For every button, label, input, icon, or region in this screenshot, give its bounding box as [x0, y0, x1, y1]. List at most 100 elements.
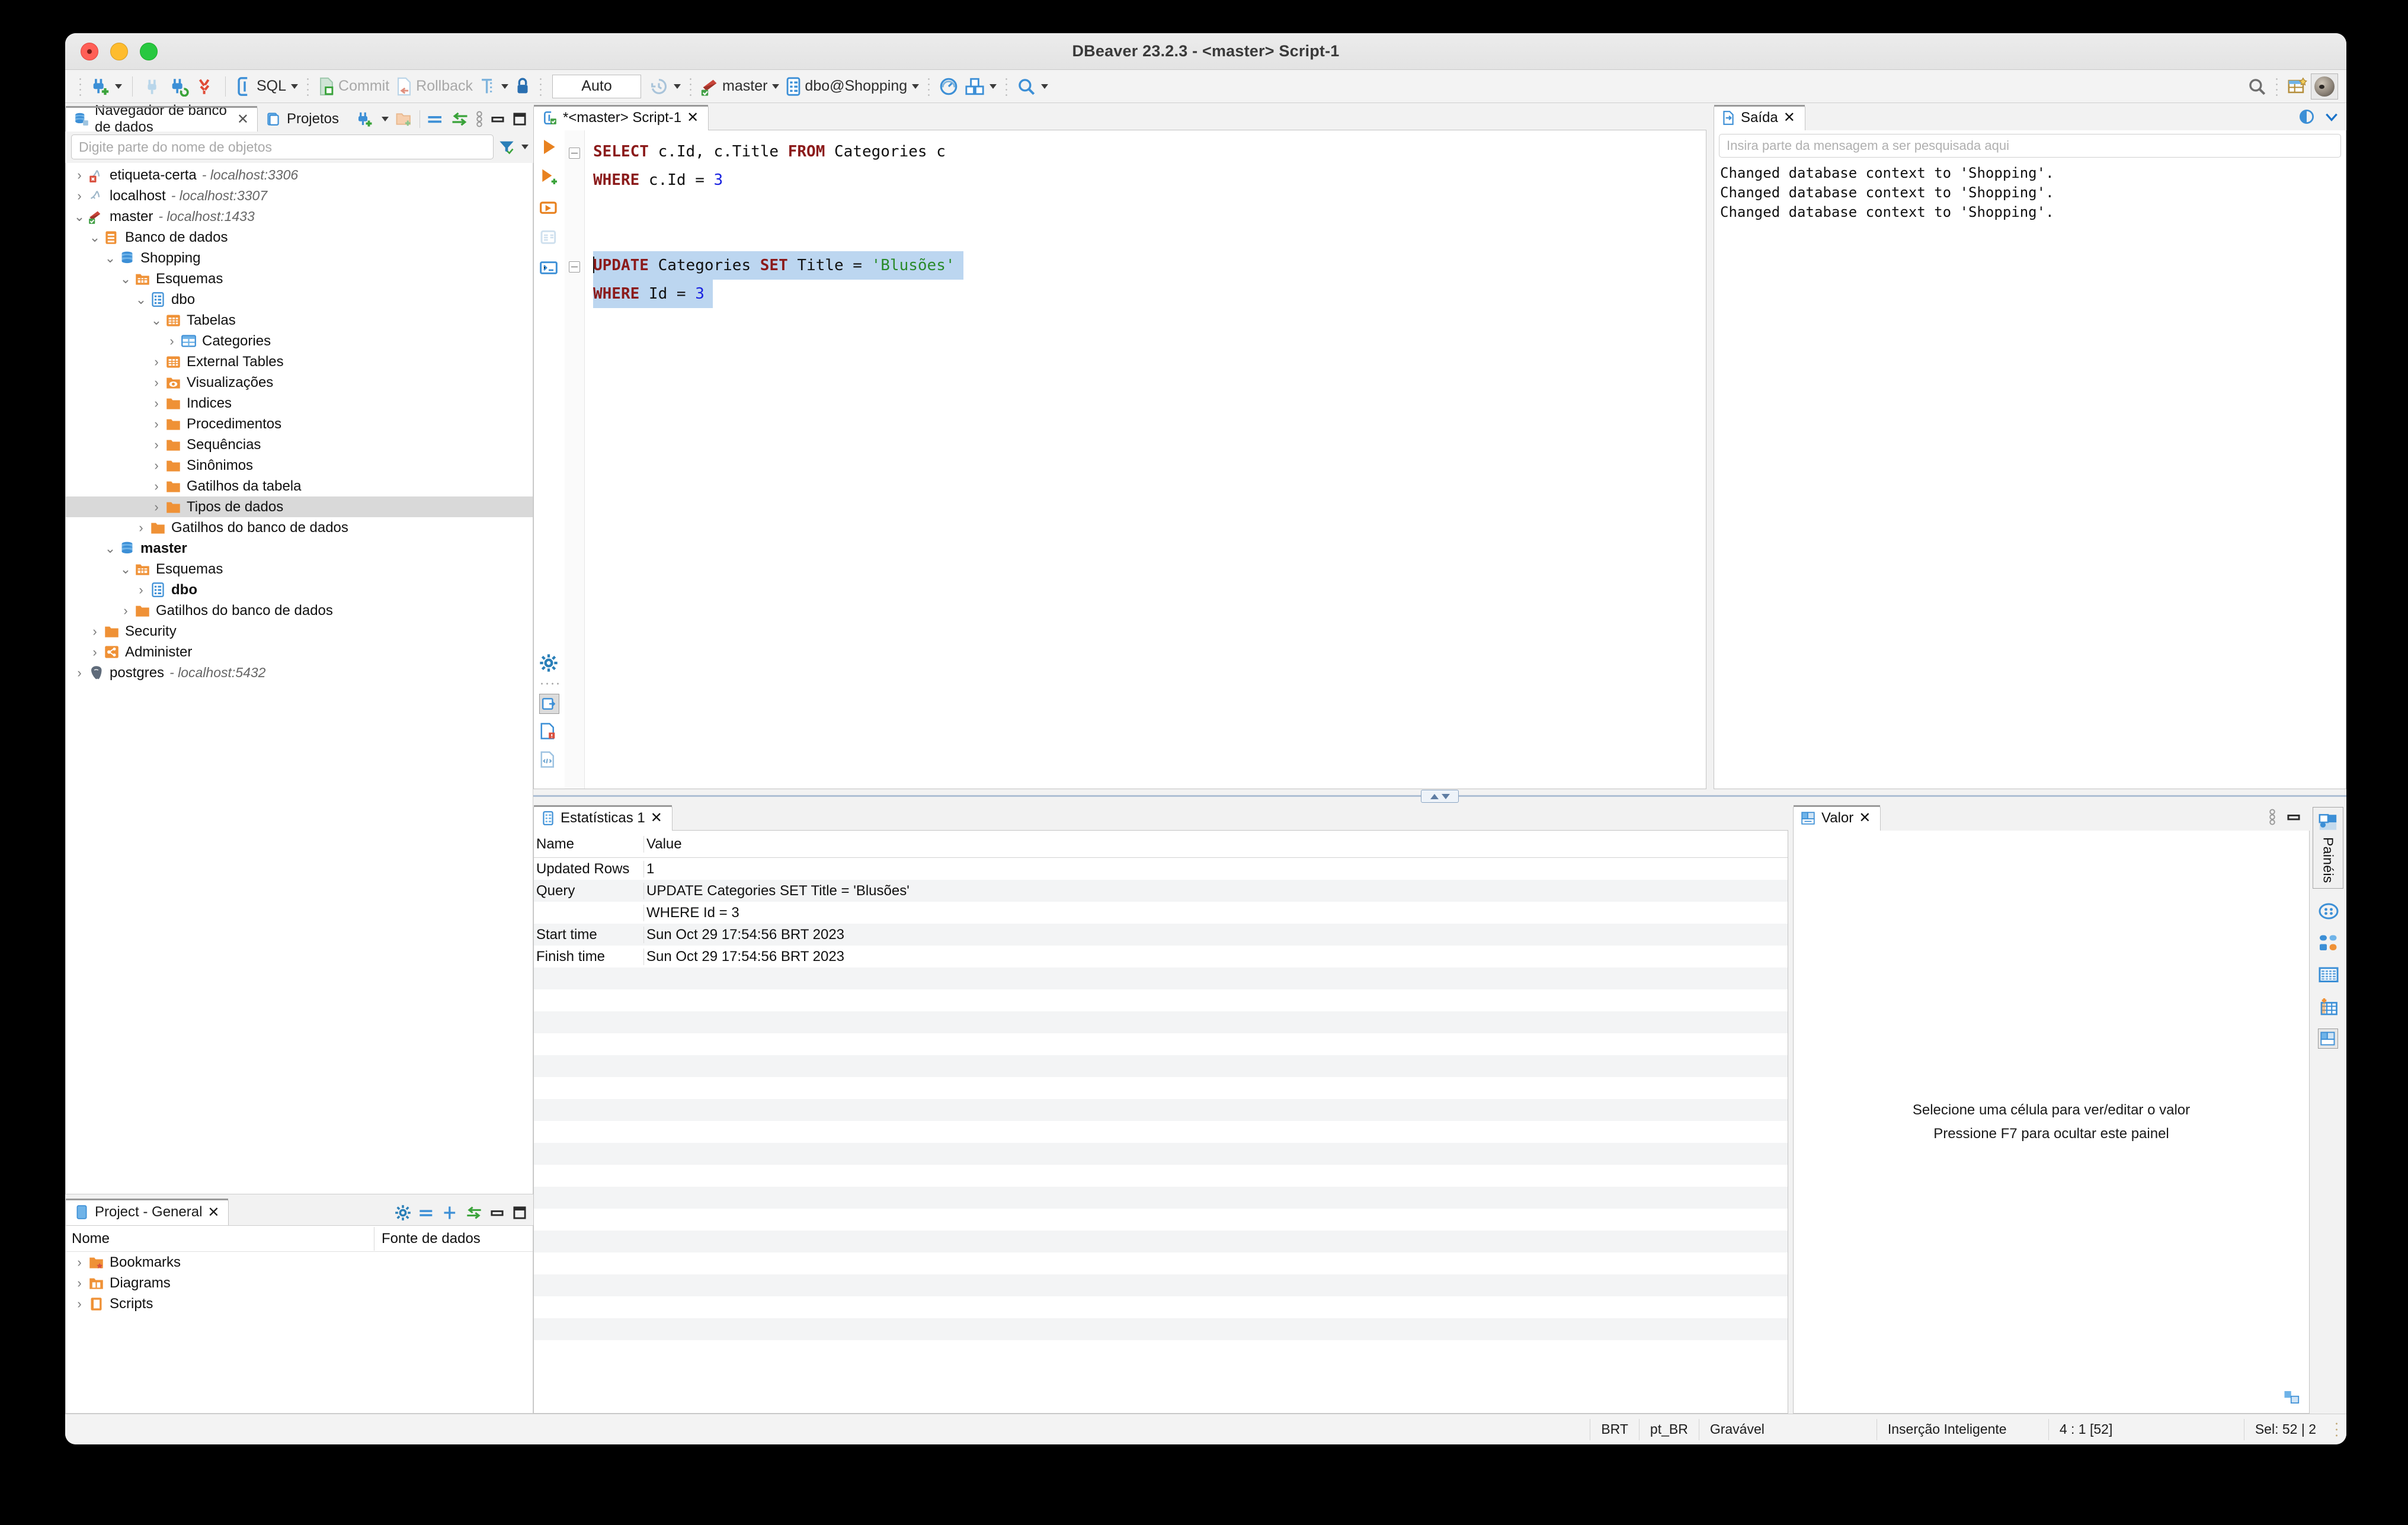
chevron-right-icon[interactable]: › [71, 1296, 88, 1312]
chevron-right-icon[interactable]: › [71, 188, 88, 204]
splitter-knob[interactable] [1421, 790, 1459, 803]
tree-item-localhost[interactable]: › localhost - localhost:3307 [66, 185, 533, 206]
table-row-empty[interactable] [534, 989, 1788, 1011]
project-rows[interactable]: › Bookmarks › Diagrams › Scripts [66, 1252, 533, 1314]
cell-name[interactable]: Finish time [534, 949, 643, 965]
chevron-down-icon[interactable] [2324, 109, 2339, 124]
link-with-editor-icon[interactable] [466, 1206, 482, 1220]
chevron-right-icon[interactable]: › [148, 499, 165, 515]
chevron-down-icon[interactable] [1041, 84, 1049, 89]
toolbar-drag-handle-3[interactable] [539, 76, 543, 97]
execute-script-new-tab-icon[interactable] [539, 198, 559, 218]
chevron-right-icon[interactable]: › [86, 645, 104, 660]
collapse-all-icon[interactable] [427, 111, 444, 127]
chevron-right-icon[interactable]: › [71, 1255, 88, 1270]
expand-all-icon[interactable] [442, 1204, 459, 1221]
chevron-down-icon[interactable]: ⌄ [132, 292, 150, 307]
table-row[interactable]: Finish time Sun Oct 29 17:54:56 BRT 2023 [534, 946, 1788, 967]
table-row-empty[interactable] [534, 1252, 1788, 1274]
close-icon[interactable]: ✕ [687, 109, 699, 126]
tree-item-administer[interactable]: › Administer [66, 642, 533, 662]
toolbar-drag-handle[interactable] [539, 682, 559, 685]
minimize-panel-icon[interactable] [489, 1205, 505, 1220]
sql-code-content[interactable]: SELECT c.Id, c.Title FROM Categories c WH… [585, 130, 1706, 789]
chevron-down-icon[interactable]: ⌄ [148, 313, 165, 328]
object-filter-input[interactable]: Digite parte do nome de objetos [71, 134, 494, 159]
chevron-down-icon[interactable]: ⌄ [117, 271, 135, 287]
table-row-empty[interactable] [534, 967, 1788, 989]
chevron-right-icon[interactable]: › [148, 375, 165, 390]
tree-item-sin-nimos[interactable]: › Sinônimos [66, 455, 533, 476]
table-row-empty[interactable] [534, 1296, 1788, 1318]
tree-item-shopping[interactable]: ⌄ Shopping [66, 248, 533, 268]
chevron-up-icon[interactable] [1430, 793, 1439, 799]
tree-item-sequ-ncias[interactable]: › Sequências [66, 434, 533, 455]
chevron-right-icon[interactable]: › [148, 479, 165, 494]
chevron-right-icon[interactable]: › [71, 1276, 88, 1291]
table-row[interactable]: WHERE Id = 3 [534, 902, 1788, 924]
statistics-rows[interactable]: Updated Rows 1 Query UPDATE Categories SET … [534, 858, 1788, 1340]
chevron-right-icon[interactable]: › [148, 354, 165, 370]
calc-panel-icon[interactable] [2318, 997, 2338, 1017]
fold-collapse-icon[interactable] [569, 261, 580, 273]
code-line[interactable]: UPDATE Categories SET Title = 'Blusões' [593, 251, 963, 280]
chevron-right-icon[interactable]: › [148, 458, 165, 473]
code-folding-column[interactable] [565, 130, 585, 789]
table-row-empty[interactable] [534, 1033, 1788, 1055]
value-panel-body[interactable]: Selecione uma célula para ver/editar o v… [1793, 831, 2310, 1414]
tree-item-categories[interactable]: › Categories [66, 331, 533, 351]
tree-item-dbo[interactable]: › dbo [66, 579, 533, 600]
project-item-bookmarks[interactable]: › Bookmarks [66, 1252, 533, 1273]
value-format-icon[interactable] [2283, 1388, 2301, 1406]
tab-projetos[interactable]: Projetos [258, 107, 347, 132]
global-search-button[interactable] [2244, 73, 2270, 100]
table-row-empty[interactable] [534, 1231, 1788, 1252]
filter-settings-icon[interactable] [498, 139, 515, 155]
cell-name[interactable]: Query [534, 883, 643, 899]
commit-button[interactable]: Commit [315, 73, 392, 100]
disconnect-button[interactable] [140, 73, 166, 100]
variables-panel-icon[interactable] [539, 751, 559, 771]
collapse-all-icon[interactable] [418, 1206, 435, 1220]
tree-item-banco-de-dados[interactable]: ⌄ Banco de dados [66, 227, 533, 248]
column-header-name[interactable]: Name [534, 836, 643, 853]
sql-editor-button[interactable]: SQL [233, 73, 301, 100]
cell-name[interactable]: Start time [534, 927, 643, 943]
toolbar-drag-handle[interactable] [79, 76, 82, 97]
chevron-right-icon[interactable]: › [71, 168, 88, 183]
table-row-empty[interactable] [534, 1318, 1788, 1340]
column-header-nome[interactable]: Nome [66, 1231, 374, 1247]
toolbar-drag-handle-5[interactable] [927, 76, 931, 97]
execute-statement-icon[interactable] [539, 137, 559, 158]
project-tree-body[interactable]: Nome Fonte de dados › Bookmarks › Diagrams ›… [65, 1225, 533, 1414]
tree-item-esquemas[interactable]: ⌄ Esquemas [66, 559, 533, 579]
table-row-empty[interactable] [534, 1143, 1788, 1165]
new-connection-icon[interactable] [356, 110, 373, 128]
tree-item-etiqueta-certa[interactable]: › etiqueta-certa - localhost:3306 [66, 165, 533, 185]
column-header-fonte-de-dados[interactable]: Fonte de dados [374, 1231, 481, 1247]
table-row-empty[interactable] [534, 1055, 1788, 1077]
transaction-auto-commit-select[interactable]: Auto [552, 74, 642, 98]
chevron-right-icon[interactable]: › [163, 334, 181, 349]
code-line[interactable]: WHERE Id = 3 [593, 280, 713, 308]
minimize-panel-icon[interactable] [2286, 809, 2301, 825]
dashboard-button[interactable] [936, 73, 962, 100]
chevron-down-icon[interactable] [912, 84, 920, 89]
table-row-empty[interactable] [534, 1077, 1788, 1099]
chevron-right-icon[interactable]: › [148, 437, 165, 453]
code-line[interactable] [593, 223, 1706, 251]
tree-item-dbo[interactable]: ⌄ dbo [66, 289, 533, 310]
new-connection-button[interactable] [87, 73, 125, 100]
table-row-empty[interactable] [534, 1011, 1788, 1033]
tree-item-esquemas[interactable]: ⌄ Esquemas [66, 268, 533, 289]
chevron-down-icon[interactable] [1441, 793, 1450, 799]
cell-value[interactable]: Sun Oct 29 17:54:56 BRT 2023 [643, 926, 940, 943]
database-navigator-tree[interactable]: › etiqueta-certa - localhost:3306 › localhos… [65, 163, 533, 1194]
new-folder-icon[interactable] [395, 110, 413, 128]
gear-icon[interactable] [395, 1204, 411, 1221]
chevron-down-icon[interactable] [382, 117, 389, 121]
active-schema-selector[interactable]: dbo@Shopping [782, 73, 922, 100]
view-menu-icon[interactable] [2268, 808, 2276, 826]
close-icon[interactable]: ✕ [1859, 809, 1871, 826]
explain-plan-icon[interactable] [539, 228, 559, 248]
